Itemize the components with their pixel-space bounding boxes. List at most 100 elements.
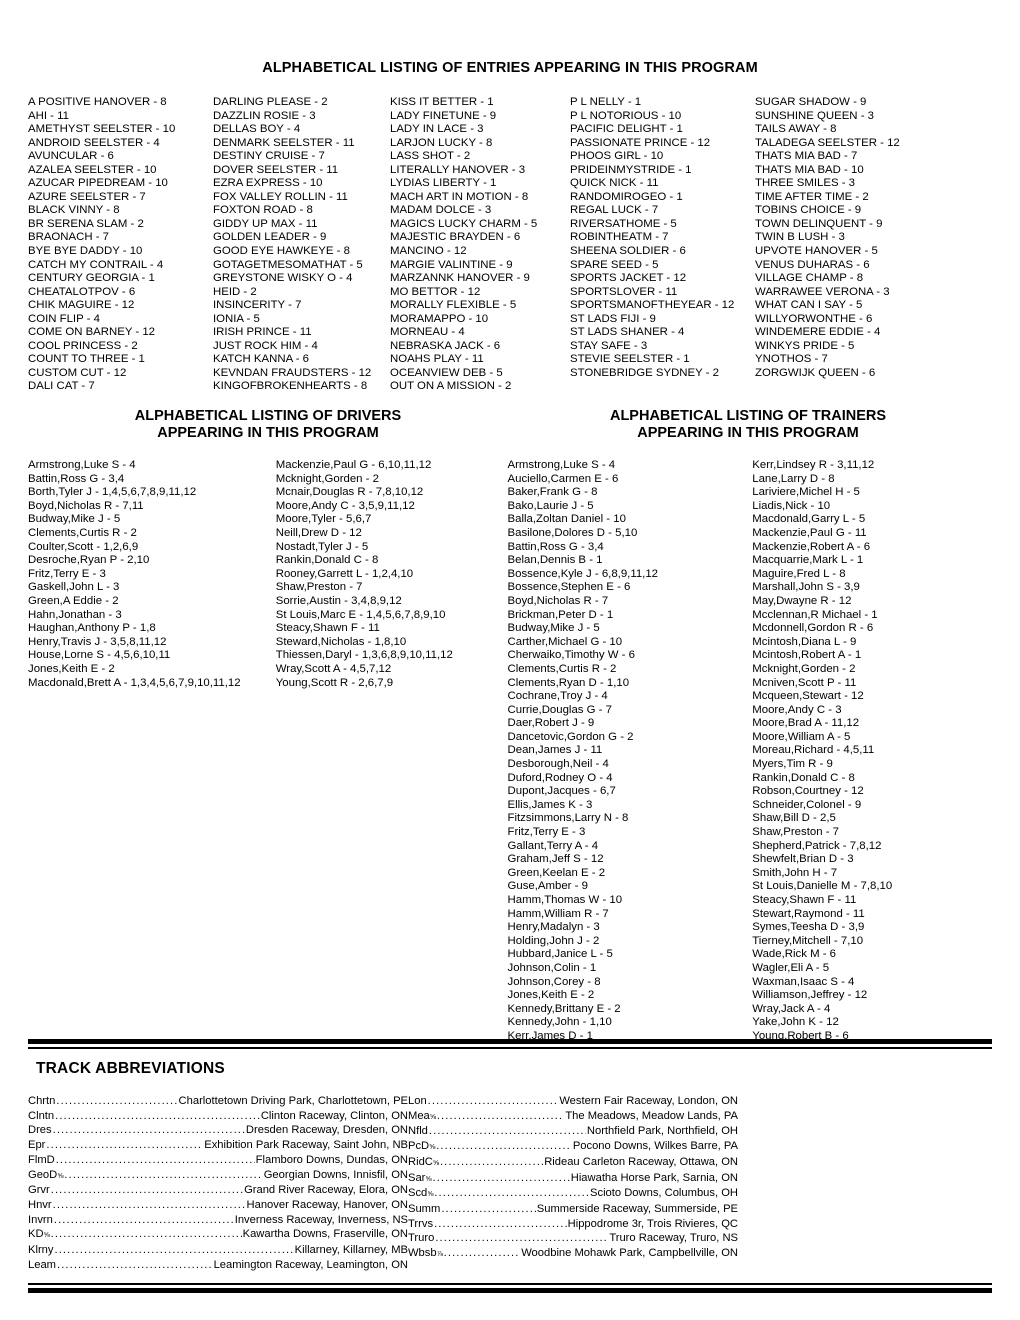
entry-item: TWIN B LUSH - 3 [755,231,845,244]
entry-item: CUSTOM CUT - 12 [28,366,127,379]
trainer-item: Moreau,Richard - 4,5,11 [752,744,875,757]
trainer-item: Macquarrie,Mark L - 1 [752,554,864,567]
track-name: Flamboro Downs, Dundas, ON [255,1153,408,1166]
track-name: Scioto Downs, Columbus, OH [590,1187,738,1200]
trainer-item: Hamm,William R - 7 [507,907,609,920]
track-abbreviation: Mea [408,1109,430,1122]
driver-item: Sorrie,Austin - 3,4,8,9,12 [275,594,402,607]
entry-item: JUST ROCK HIM - 4 [213,339,318,352]
track-row: GeoD ⅝...................................… [28,1168,408,1184]
entry-item: SUGAR SHADOW - 9 [755,96,867,108]
entry-item: LARJON LUCKY - 8 [390,136,493,149]
trainer-item: Smith,John H - 7 [752,866,838,879]
trainer-item: Hubbard,Janice L - 5 [507,948,613,961]
entry-item: MAGICS LUCKY CHARM - 5 [390,217,538,230]
trainer-item: Kennedy,Brittany E - 2 [507,1002,621,1015]
entry-item: NOAHS PLAY - 11 [390,353,484,366]
dot-leader: ........................................… [439,1155,544,1168]
track-distance-fraction: ⅞ [436,1249,443,1259]
entry-item: AMETHYST SEELSTER - 10 [28,123,176,136]
driver-item: Green,A Eddie - 2 [28,594,119,607]
entry-item: RIVERSATHOME - 5 [570,217,677,230]
track-name: Killarney, Killarney, MB [294,1244,408,1257]
entry-item: AHI - 11 [28,109,69,122]
trainer-item: Currie,Douglas G - 7 [507,703,612,716]
track-row: Nfld....................................… [408,1124,738,1139]
driver-item: Rooney,Garrett L - 1,2,4,10 [275,567,414,580]
entry-item: PASSIONATE PRINCE - 12 [570,136,711,149]
track-abbreviation: FlmD [28,1153,55,1166]
track-column-right: Lon.....................................… [408,1094,738,1272]
track-name: Western Fair Raceway, London, ON [559,1095,738,1107]
entry-item: MACH ART IN MOTION - 8 [390,190,529,203]
trainer-item: Battin,Ross G - 3,4 [507,540,604,553]
trainer-item: Waxman,Isaac S - 4 [752,975,855,988]
track-abbreviation: PcD [408,1140,430,1153]
driver-item: Thiessen,Daryl - 1,3,6,8,9,10,11,12 [275,649,453,662]
driver-item: Steacy,Shawn F - 11 [275,622,380,635]
entry-item: GOTAGETMESOMATHAT - 5 [213,258,363,271]
driver-item: Shaw,Preston - 7 [275,581,363,594]
track-abbreviation: Leam [28,1258,56,1271]
trainers-column-0: Armstrong,Luke S - 4 Auciello,Carmen E - … [508,459,753,1044]
entry-item: MAJESTIC BRAYDEN - 6 [390,231,521,244]
track-name: The Meadows, Meadow Lands, PA [565,1109,738,1122]
entry-item: WINKYS PRIDE - 5 [755,339,855,352]
trainer-item: Gallant,Terry A - 4 [507,839,599,852]
track-name: Kawartha Downs, Fraserville, ON [242,1228,408,1241]
trainer-item: Schneider,Colonel - 9 [752,798,862,811]
program-page: ALPHABETICAL LISTING OF ENTRIES APPEARIN… [0,0,1020,1320]
trainers-title: ALPHABETICAL LISTING OF TRAINERS APPEARI… [508,408,988,442]
trainer-item: Kennedy,John - 1,10 [507,1016,612,1029]
trainer-item: Fritz,Terry E - 3 [507,826,586,839]
track-name: Pocono Downs, Wilkes Barre, PA [572,1140,738,1153]
trainer-item: Shewfelt,Brian D - 3 [752,853,854,866]
track-abbreviations-section: TRACK ABBREVIATIONS Chrtn...............… [0,1060,1020,1272]
dot-leader: ........................................… [428,1125,586,1138]
dot-leader: ........................................… [434,1217,567,1230]
entry-item: RANDOMIROGEO - 1 [570,190,683,203]
trainer-item: Baker,Frank G - 8 [507,486,598,499]
track-row: Chrtn...................................… [28,1094,408,1109]
trainer-item: Macdonald,Garry L - 5 [752,513,866,526]
track-row: Lon.....................................… [408,1094,738,1109]
driver-item: Coulter,Scott - 1,2,6,9 [28,540,139,553]
driver-item: Steward,Nicholas - 1,8,10 [275,635,407,648]
dot-leader: ........................................… [52,1198,246,1211]
drivers-title-line2: APPEARING IN THIS PROGRAM [157,425,379,441]
track-abbreviation: Hnvr [28,1198,52,1211]
track-distance-fraction: ⅝ [432,1157,439,1167]
entry-item: GOOD EYE HAWKEYE - 8 [213,245,350,258]
trainers-title-line1: ALPHABETICAL LISTING OF TRAINERS [609,408,887,424]
track-abbreviation: Clntn [28,1109,55,1122]
entries-column-2: KISS IT BETTER - 1 LADY FINETUNE - 9 LADY … [390,96,570,394]
entry-item: KATCH KANNA - 6 [213,353,309,366]
dot-leader: ........................................… [435,1232,608,1245]
entry-item: STONEBRIDGE SYDNEY - 2 [570,366,719,379]
dot-leader: ........................................… [436,1140,572,1153]
entry-item: INSINCERITY - 7 [213,299,302,312]
track-row: FlmD....................................… [28,1153,408,1168]
track-row: Truro...................................… [408,1231,738,1246]
entry-item: PHOOS GIRL - 10 [570,150,664,163]
track-distance-fraction: ⅝ [427,1189,434,1199]
track-abbreviation: Scd [408,1187,428,1200]
trainer-item: Dupont,Jacques - 6,7 [507,785,616,798]
entry-item: FOXTON ROAD - 8 [213,204,313,217]
track-abbreviation: Nfld [408,1125,428,1138]
track-abbreviation: Chrtn [28,1095,56,1107]
trainer-item: Steacy,Shawn F - 11 [752,894,857,906]
trainer-item: Dancetovic,Gordon G - 2 [507,730,634,743]
entry-item: MARZANNK HANOVER - 9 [390,272,530,285]
entry-item: TAILS AWAY - 8 [755,123,837,136]
trainer-item: Robson,Courtney - 12 [752,785,864,798]
driver-item: Mcnair,Douglas R - 7,8,10,12 [275,486,424,499]
entry-item: IONIA - 5 [213,312,260,325]
entry-item: AZUCAR PIPEDREAM - 10 [28,177,168,190]
entries-column-1: DARLING PLEASE - 2 DAZZLIN ROSIE - 3 DELLA… [213,96,390,394]
drivers-title-wrap: ALPHABETICAL LISTING OF DRIVERS APPEARIN… [28,408,508,442]
trainer-item: Ellis,James K - 3 [507,798,593,811]
entry-item: VILLAGE CHAMP - 8 [755,272,864,285]
driver-item: Mcknight,Gorden - 2 [275,472,379,485]
trainer-item: Bako,Laurie J - 5 [507,499,594,512]
